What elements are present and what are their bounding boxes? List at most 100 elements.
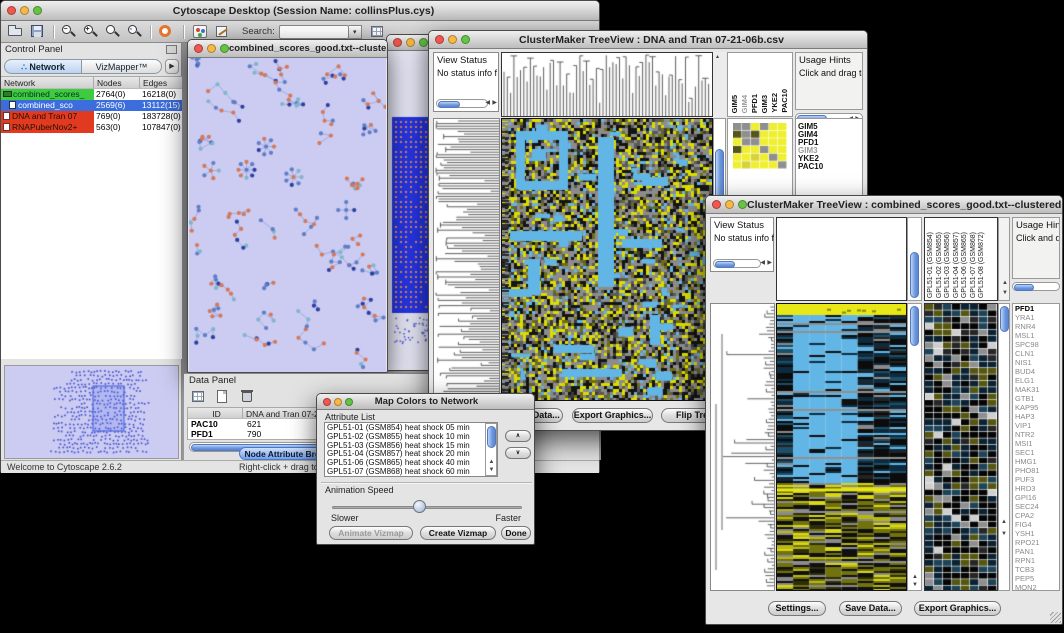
scrollbar-thumb[interactable] (1014, 284, 1034, 291)
save-icon[interactable] (28, 23, 48, 40)
open-file-icon[interactable] (6, 23, 26, 40)
gene-label[interactable]: ELG1 (1013, 376, 1059, 385)
scroll-up-icon[interactable]: ▲ (1002, 280, 1008, 286)
zoom-button[interactable] (419, 38, 428, 47)
column-label[interactable]: GPL51-07 (GSM868) (970, 232, 978, 298)
gene-label[interactable]: GPI16 (1013, 493, 1059, 502)
column-label[interactable]: YKE2 (771, 93, 779, 113)
tv2-top-vscrollbar[interactable] (907, 217, 922, 301)
network-row-selected[interactable]: combined_sco 2569(6) 13112(15) (1, 100, 182, 111)
gene-label[interactable]: RNR4 (1013, 322, 1059, 331)
treeview1-title-bar[interactable]: ClusterMaker TreeView : DNA and Tran 07-… (429, 31, 867, 49)
scroll-up-icon[interactable]: ▲ (1001, 519, 1007, 525)
gene-label[interactable]: CPA2 (1013, 511, 1059, 520)
window-controls[interactable] (194, 44, 229, 53)
tv2-row-dendrogram[interactable] (710, 303, 775, 591)
zoom-button[interactable] (345, 398, 353, 406)
col-header-id[interactable]: ID (188, 408, 243, 418)
tv2-hints-hscrollbar[interactable] (1012, 282, 1060, 291)
tv2-status-hscrollbar[interactable] (713, 259, 761, 268)
col-header-nodes[interactable]: Nodes (94, 77, 140, 88)
main-title-bar[interactable]: Cytoscape Desktop (Session Name: collins… (1, 1, 599, 21)
move-up-button[interactable]: ∧ (505, 430, 531, 442)
annotation-icon[interactable] (213, 23, 233, 40)
minimize-button[interactable] (334, 398, 342, 406)
tv1-detail-heatmap-canvas[interactable] (733, 123, 787, 169)
scroll-down-icon[interactable]: ▼ (1002, 290, 1008, 296)
zoom-button[interactable] (461, 35, 470, 44)
attribute-list-vscrollbar[interactable]: ▲ ▼ (485, 423, 497, 476)
gene-label[interactable]: PAN1 (1013, 547, 1059, 556)
close-button[interactable] (194, 44, 203, 53)
treeview2-title-bar[interactable]: ClusterMaker TreeView : combined_scores_… (706, 196, 1062, 214)
save-data-button[interactable]: Save Data... (839, 601, 902, 616)
scrollbar-thumb[interactable] (910, 306, 919, 346)
scroll-up-icon[interactable]: ▲ (489, 459, 495, 465)
birdseye-canvas[interactable] (5, 366, 178, 458)
window-controls[interactable] (712, 200, 747, 209)
new-attribute-icon[interactable] (213, 388, 231, 405)
gene-label[interactable]: MSI1 (1013, 439, 1059, 448)
scrollbar-thumb[interactable] (910, 252, 919, 298)
gene-label[interactable]: HMG1 (1013, 457, 1059, 466)
tv1-heatmap[interactable] (501, 118, 713, 401)
window-controls[interactable] (323, 398, 353, 406)
minimize-button[interactable] (448, 35, 457, 44)
zoom-fit-icon[interactable] (103, 23, 123, 40)
gene-label[interactable]: TCB3 (1013, 565, 1059, 574)
move-down-button[interactable]: ∨ (505, 447, 531, 459)
table-select-icon[interactable] (189, 388, 207, 405)
close-button[interactable] (393, 38, 402, 47)
zoom-button[interactable] (33, 6, 42, 15)
scroll-left-icon[interactable]: ◀ (485, 100, 490, 106)
tv1-column-dendrogram-canvas[interactable] (502, 53, 712, 116)
col-header-edges[interactable]: Edges (140, 77, 182, 88)
gene-label[interactable]: PFD1 (1013, 304, 1059, 313)
scroll-down-icon[interactable]: ▼ (912, 582, 918, 588)
delete-attribute-icon[interactable] (238, 388, 256, 405)
window-controls[interactable] (435, 35, 470, 44)
zoom-button[interactable] (738, 200, 747, 209)
attribute-item[interactable]: GPL51-07 (GSM868) heat shock 60 min (325, 468, 497, 477)
gene-label[interactable]: SEC24 (1013, 502, 1059, 511)
column-label[interactable]: GPL51-02 (GSM855) (936, 232, 944, 298)
window-controls[interactable] (393, 38, 428, 47)
tv1-row-dendrogram[interactable] (433, 118, 500, 401)
tv1-row-dendrogram-canvas[interactable] (434, 119, 499, 400)
gene-label[interactable]: NTR2 (1013, 430, 1059, 439)
resize-grip[interactable] (1050, 612, 1061, 623)
export-graphics-button[interactable]: Export Graphics... (914, 601, 1001, 616)
close-button[interactable] (323, 398, 331, 406)
gene-label[interactable]: HAP3 (1013, 412, 1059, 421)
gene-label[interactable]: PEP5 (1013, 574, 1059, 583)
gene-label[interactable]: VIP1 (1013, 421, 1059, 430)
search-dropdown-arrow[interactable]: ▾ (349, 25, 362, 39)
animate-vizmap-button[interactable]: Animate Vizmap (329, 526, 413, 540)
vizmapper-icon[interactable] (191, 23, 211, 40)
gene-label[interactable]: PHO81 (1013, 466, 1059, 475)
tv2-detail-vscrollbar[interactable]: ▲ ▼ (998, 303, 1010, 591)
close-button[interactable] (7, 6, 16, 15)
tv2-heatmap-canvas[interactable] (777, 304, 906, 590)
column-label[interactable]: GPL51-08 (GSM872) (978, 232, 986, 298)
zoom-selected-icon[interactable]: ▫ (125, 23, 145, 40)
zoom-button[interactable] (220, 44, 229, 53)
minimize-button[interactable] (725, 200, 734, 209)
gene-label[interactable]: BUD4 (1013, 367, 1059, 376)
minimize-button[interactable] (207, 44, 216, 53)
gene-label[interactable]: RPN1 (1013, 556, 1059, 565)
column-label[interactable]: GIM4 (741, 95, 749, 113)
gene-label[interactable]: FIG4 (1013, 520, 1059, 529)
network-row[interactable]: combined_scores_ 2764(0) 16218(0) (1, 89, 182, 100)
tab-overflow-arrow[interactable]: ▶ (165, 59, 179, 74)
gene-label[interactable]: RPO21 (1013, 538, 1059, 547)
network1-canvas[interactable] (189, 58, 386, 372)
gene-label[interactable]: MSL1 (1013, 331, 1059, 340)
search-input[interactable] (279, 25, 349, 39)
attribute-browser-icon[interactable] (368, 23, 388, 40)
scrollbar-thumb[interactable] (487, 426, 496, 448)
tab-vizmapper[interactable]: VizMapper™ (82, 59, 162, 74)
gene-label[interactable]: SPC98 (1013, 340, 1059, 349)
scroll-right-icon[interactable]: ▶ (492, 100, 497, 106)
settings-button[interactable]: Settings... (768, 601, 826, 616)
